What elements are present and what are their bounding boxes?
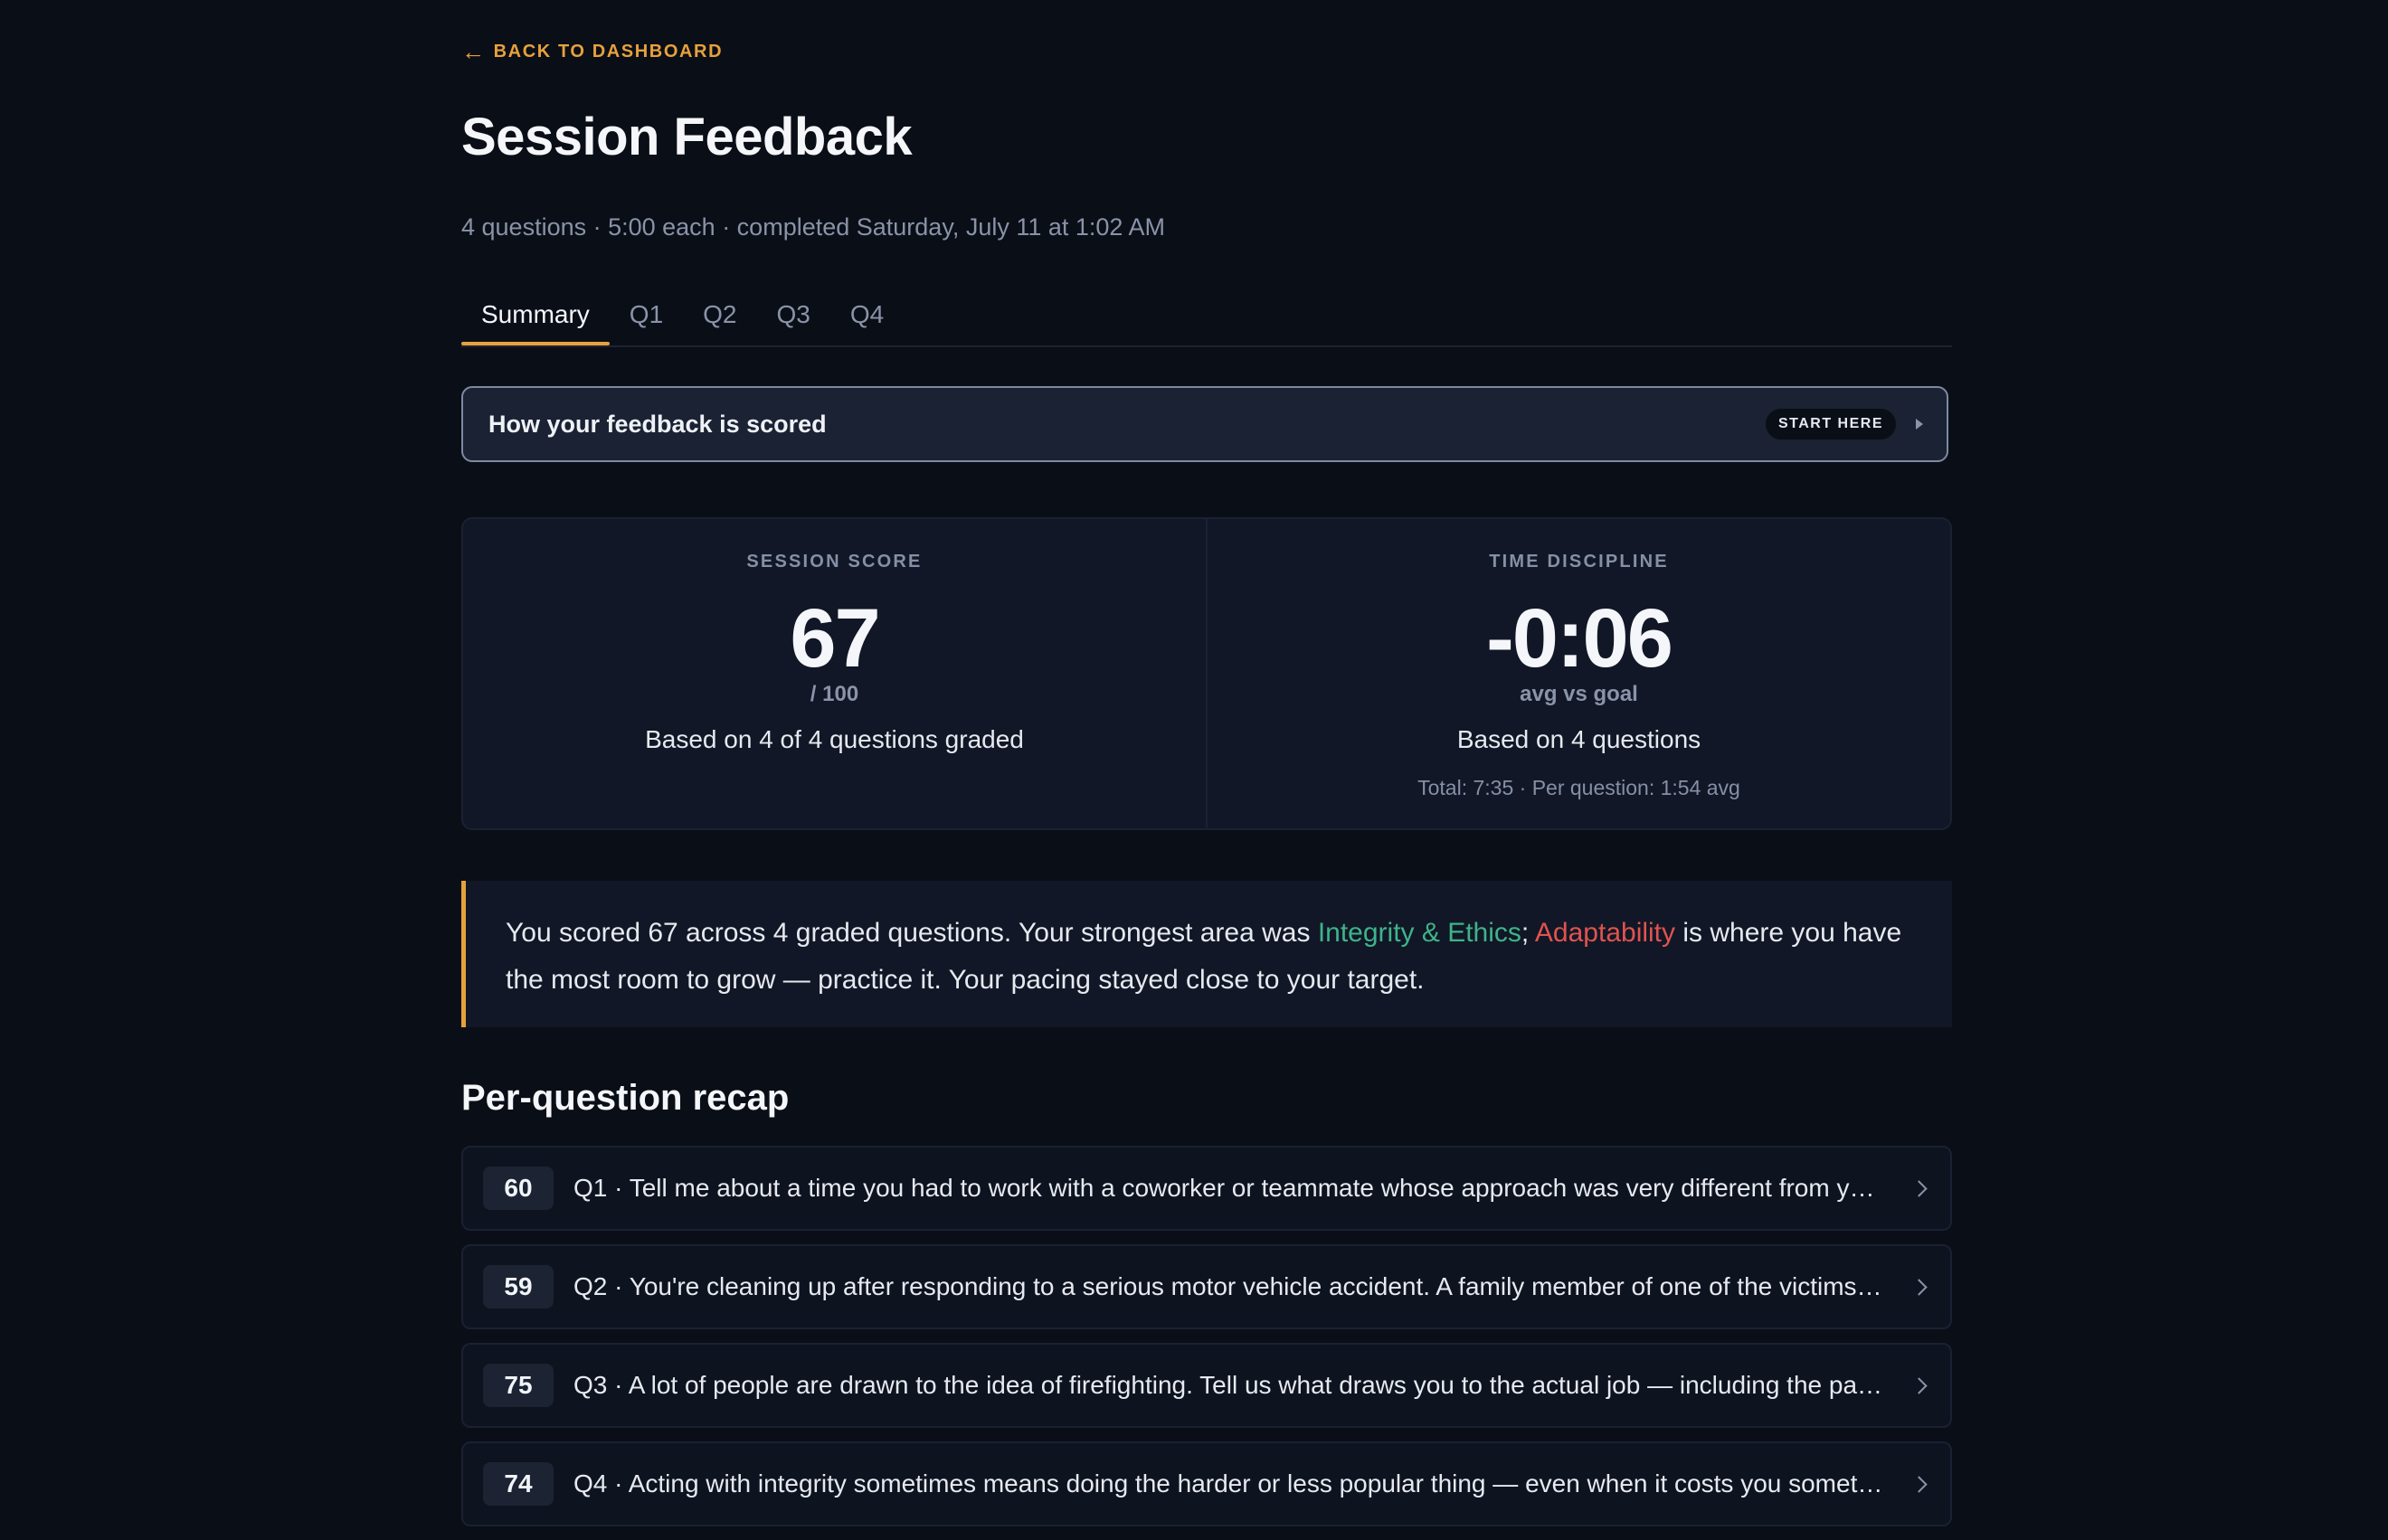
recap-row-q4[interactable]: 74 Q4 · Acting with integrity sometimes … [461,1441,1952,1526]
question-score: 75 [483,1364,554,1407]
session-meta: 4 questions · 5:00 each · completed Satu… [461,213,1165,241]
time-discipline-stat: TIME DISCIPLINE -0:06 avg vs goal Based … [1206,519,1950,828]
question-summary: Q3 · A lot of people are drawn to the id… [573,1371,1888,1399]
chevron-right-icon [1910,1179,1928,1197]
session-score-unit: / 100 [810,682,859,706]
question-score: 60 [483,1167,554,1210]
insight-text-2: ; [1521,918,1535,948]
chevron-right-icon [1910,1475,1928,1493]
insight-text-1: You scored 67 across 4 graded questions.… [506,918,1318,948]
question-score: 59 [483,1265,554,1309]
session-score-stat: SESSION SCORE 67 / 100 Based on 4 of 4 q… [463,519,1206,828]
tab-q2[interactable]: Q2 [683,289,756,344]
tab-q4[interactable]: Q4 [830,289,904,344]
tab-q1[interactable]: Q1 [610,289,683,344]
chevron-right-icon [1910,1376,1928,1394]
back-link-label: Back to Dashboard [493,41,724,61]
tab-q3[interactable]: Q3 [757,289,830,344]
tab-summary[interactable]: Summary [461,289,610,345]
time-discipline-unit: avg vs goal [1520,682,1638,706]
scoring-explainer-actions: START HERE [1765,409,1923,439]
strongest-area: Integrity & Ethics [1317,918,1521,948]
back-to-dashboard-link[interactable]: ← Back to Dashboard [461,40,723,63]
scoring-explainer-label: How your feedback is scored [488,410,827,438]
recap-row-q2[interactable]: 59 Q2 · You're cleaning up after respond… [461,1244,1952,1329]
time-discipline-value: -0:06 [1486,592,1673,685]
session-score-label: SESSION SCORE [746,552,923,572]
summary-insight: You scored 67 across 4 graded questions.… [461,881,1952,1027]
time-discipline-label: TIME DISCIPLINE [1489,552,1669,572]
session-score-basis: Based on 4 of 4 questions graded [645,725,1024,753]
recap-row-q1[interactable]: 60 Q1 · Tell me about a time you had to … [461,1146,1952,1231]
caret-right-icon [1916,419,1923,430]
question-summary: Q4 · Acting with integrity sometimes mea… [573,1469,1888,1497]
question-summary: Q2 · You're cleaning up after responding… [573,1272,1888,1300]
recap-list: 60 Q1 · Tell me about a time you had to … [461,1146,1952,1540]
arrow-left-icon: ← [461,38,487,65]
question-score: 74 [483,1462,554,1506]
session-score-value: 67 [790,592,880,685]
question-summary: Q1 · Tell me about a time you had to wor… [573,1174,1888,1202]
page-title: Session Feedback [461,108,913,166]
time-discipline-basis: Based on 4 questions [1456,725,1701,753]
weakest-area: Adaptability [1534,918,1676,948]
time-discipline-totals: Total: 7:35 · Per question: 1:54 avg [1417,776,1740,799]
recap-row-q3[interactable]: 75 Q3 · A lot of people are drawn to the… [461,1343,1952,1428]
scoring-explainer-button[interactable]: How your feedback is scored START HERE [461,386,1948,462]
recap-section-title: Per-question recap [461,1078,790,1118]
start-here-badge: START HERE [1765,409,1896,439]
tab-bar: Summary Q1 Q2 Q3 Q4 [461,289,1952,347]
chevron-right-icon [1910,1278,1928,1296]
stats-card: SESSION SCORE 67 / 100 Based on 4 of 4 q… [461,517,1952,830]
